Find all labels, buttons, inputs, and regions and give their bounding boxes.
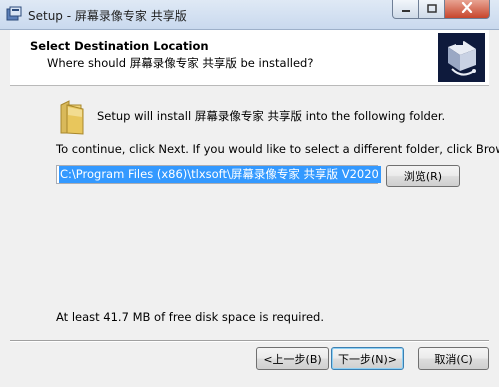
wizard-footer: <上一步(B) 下一步(N)> 取消(C) — [10, 340, 489, 387]
wizard-content: Setup will install 屏幕录像专家 共享版 into the f… — [10, 86, 499, 340]
minimize-button[interactable] — [392, 0, 419, 19]
window-title: Setup - 屏幕录像专家 共享版 — [28, 9, 187, 23]
wizard-header: Select Destination Location Where should… — [10, 30, 489, 86]
close-icon — [461, 1, 473, 16]
cancel-button[interactable]: 取消(C) — [418, 347, 489, 370]
instruction-text: To continue, click Next. If you would li… — [56, 142, 499, 156]
back-button[interactable]: <上一步(B) — [256, 347, 329, 370]
destination-path-input[interactable]: C:\Program Files (x86)\tlxsoft\屏幕录像专家 共享… — [56, 165, 381, 184]
title-bar[interactable]: Setup - 屏幕录像专家 共享版 — [0, 0, 499, 30]
install-location-message: Setup will install 屏幕录像专家 共享版 into the f… — [97, 109, 446, 123]
setup-app-icon — [6, 6, 22, 22]
page-title: Select Destination Location — [30, 39, 209, 53]
next-button[interactable]: 下一步(N)> — [331, 347, 404, 370]
minimize-icon — [401, 3, 411, 16]
disk-space-requirement: At least 41.7 MB of free disk space is r… — [56, 310, 324, 324]
maximize-icon — [426, 3, 437, 16]
maximize-button[interactable] — [419, 0, 445, 19]
folder-icon — [57, 99, 87, 135]
browse-button[interactable]: 浏览(R) — [386, 165, 460, 187]
destination-path-value: C:\Program Files (x86)\tlxsoft\屏幕录像专家 共享… — [59, 166, 381, 183]
close-button[interactable] — [445, 0, 490, 19]
page-subtitle: Where should 屏幕录像专家 共享版 be installed? — [47, 56, 314, 70]
installer-logo — [438, 33, 485, 82]
footer-divider — [10, 340, 489, 342]
